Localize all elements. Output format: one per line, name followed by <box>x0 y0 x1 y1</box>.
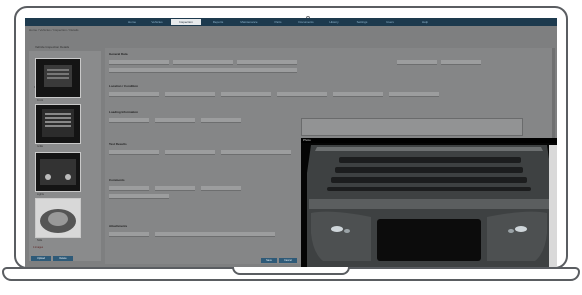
upload-button[interactable]: Upload <box>31 256 51 261</box>
form-field[interactable] <box>201 186 241 191</box>
cancel-button[interactable]: Cancel <box>279 258 297 263</box>
form-field[interactable] <box>173 60 233 65</box>
form-field[interactable] <box>221 92 271 97</box>
photo-viewer[interactable]: Photo <box>301 138 557 267</box>
page-title: Vehicle Inspection Details <box>35 45 70 49</box>
form-field[interactable] <box>109 118 149 123</box>
form-field[interactable] <box>165 92 215 97</box>
tab-reports[interactable]: Reports <box>203 19 233 25</box>
form-field[interactable] <box>277 92 327 97</box>
form-field[interactable] <box>221 150 291 155</box>
section-general-data: General Data <box>109 52 128 56</box>
section-location: Location / Condition <box>109 84 138 88</box>
form-field[interactable] <box>109 60 169 65</box>
tab-users[interactable]: Users <box>377 19 403 25</box>
section-attachments: Attachments <box>109 224 128 228</box>
delete-button[interactable]: Delete <box>53 256 73 261</box>
thumbnail-front[interactable] <box>35 58 81 98</box>
form-field[interactable] <box>389 92 439 97</box>
form-field[interactable] <box>109 150 159 155</box>
form-field[interactable] <box>165 150 215 155</box>
form-field[interactable] <box>333 92 383 97</box>
form-field[interactable] <box>237 60 297 65</box>
tab-help[interactable]: Help <box>405 19 445 25</box>
main-scrollbar[interactable] <box>552 48 555 138</box>
top-navigation-bar: Home Vehicles Inspection Reports Maintenance… <box>25 18 557 26</box>
tab-home[interactable]: Home <box>121 19 143 25</box>
form-field[interactable] <box>397 60 437 65</box>
thumbnail-label: Front <box>37 99 44 102</box>
tab-settings[interactable]: Settings <box>349 19 375 25</box>
section-loading: Loading Information <box>109 110 138 114</box>
form-field[interactable] <box>155 232 275 237</box>
tab-parts[interactable]: Parts <box>265 19 291 25</box>
form-field[interactable] <box>155 118 195 123</box>
tab-history[interactable]: History <box>321 19 347 25</box>
save-button[interactable]: Save <box>261 258 277 263</box>
thumbnail-label: Lights <box>37 193 44 196</box>
thumbnail-label: Grille <box>37 145 44 148</box>
laptop-notch <box>232 267 350 275</box>
thumbnail-label: Side <box>37 239 43 242</box>
thumbnail-lights[interactable] <box>35 152 81 192</box>
tab-vehicles[interactable]: Vehicles <box>145 19 169 25</box>
form-field[interactable] <box>441 60 481 65</box>
form-field[interactable] <box>155 186 195 191</box>
screen: Home Vehicles Inspection Reports Maintenance… <box>25 18 557 267</box>
breadcrumb: Home / Vehicles / Inspection / Details <box>29 28 79 32</box>
tab-inspection[interactable]: Inspection <box>171 19 201 25</box>
results-table <box>301 118 523 136</box>
tab-documents[interactable]: Documents <box>293 19 319 25</box>
form-field[interactable] <box>109 194 169 199</box>
section-test-results: Test Results <box>109 142 127 146</box>
form-field[interactable] <box>109 68 297 73</box>
form-field[interactable] <box>201 118 241 123</box>
thumbnail-side[interactable] <box>35 198 81 238</box>
image-count: 4 images <box>33 246 44 249</box>
form-field[interactable] <box>109 186 149 191</box>
tab-maintenance[interactable]: Maintenance <box>235 19 263 25</box>
truck-front-photo <box>301 143 557 267</box>
form-field[interactable] <box>109 232 149 237</box>
section-comments: Comments <box>109 178 125 182</box>
thumbnail-grille[interactable] <box>35 104 81 144</box>
form-field[interactable] <box>109 92 159 97</box>
